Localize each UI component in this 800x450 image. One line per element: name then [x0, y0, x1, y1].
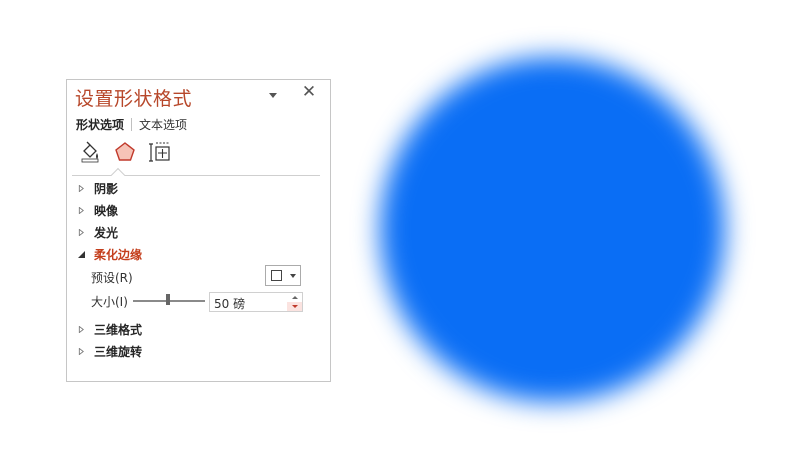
section-label: 阴影 — [94, 182, 119, 196]
section-label: 三维格式 — [94, 323, 143, 337]
expand-triangle-icon — [78, 326, 84, 333]
spin-up-icon[interactable] — [287, 293, 302, 302]
section-label: 映像 — [94, 204, 119, 218]
expand-triangle-icon — [78, 348, 84, 355]
section-label: 三维旋转 — [94, 345, 143, 359]
close-icon[interactable]: ✕ — [300, 82, 318, 102]
section-soft-edges[interactable]: 柔化边缘 — [78, 246, 142, 263]
format-shape-pane: 设置形状格式 ✕ 形状选项 文本选项 阴影 映像 发光 柔化边缘 预设(R) 大… — [66, 79, 331, 382]
collapse-triangle-icon — [78, 251, 85, 258]
expand-triangle-icon — [78, 185, 84, 192]
preset-label: 预设(R) — [91, 271, 133, 285]
preset-dropdown-button[interactable] — [265, 265, 301, 286]
section-glow[interactable]: 发光 — [78, 224, 118, 241]
section-3d-format[interactable]: 三维格式 — [78, 321, 142, 338]
section-shadow[interactable]: 阴影 — [78, 180, 118, 197]
spin-down-icon[interactable] — [287, 302, 302, 311]
expand-triangle-icon — [78, 229, 84, 236]
pane-options-dropdown-icon[interactable] — [266, 90, 280, 100]
size-properties-icon[interactable] — [147, 140, 173, 164]
section-3d-rotation[interactable]: 三维旋转 — [78, 343, 142, 360]
section-label: 发光 — [94, 226, 119, 240]
expand-triangle-icon — [78, 207, 84, 214]
size-label: 大小(I) — [91, 295, 128, 309]
category-divider — [72, 175, 320, 176]
category-icon-row — [77, 140, 173, 166]
size-slider-handle[interactable] — [166, 294, 170, 305]
size-input[interactable]: 50 磅 — [214, 295, 245, 312]
tab-separator — [131, 118, 133, 131]
preset-square-icon — [271, 270, 282, 281]
size-spinner: 50 磅 — [209, 292, 303, 312]
pane-tabs: 形状选项 文本选项 — [76, 116, 187, 133]
tab-shape-options[interactable]: 形状选项 — [76, 116, 124, 133]
effects-icon[interactable] — [112, 140, 138, 164]
pane-title: 设置形状格式 — [75, 88, 193, 110]
section-reflection[interactable]: 映像 — [78, 202, 118, 219]
chevron-down-icon — [290, 274, 296, 278]
soft-edge-circle-shape[interactable] — [380, 57, 725, 402]
section-label: 柔化边缘 — [94, 248, 143, 262]
tab-text-options[interactable]: 文本选项 — [139, 116, 187, 133]
fill-line-icon[interactable] — [77, 140, 103, 164]
